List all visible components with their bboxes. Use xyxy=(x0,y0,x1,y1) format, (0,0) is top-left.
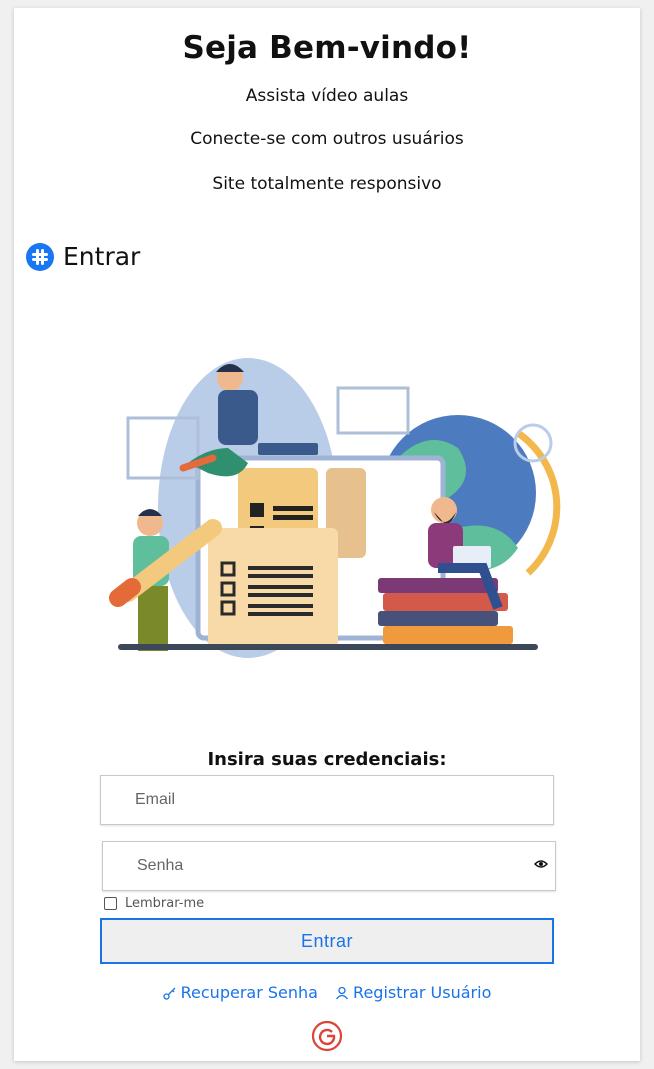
login-card: Seja Bem-vindo! Assista vídeo aulas Cone… xyxy=(14,8,640,1061)
feature-connect-users: Conecte-se com outros usuários xyxy=(190,129,464,149)
user-icon xyxy=(336,986,349,999)
education-illustration xyxy=(109,358,561,658)
remember-label: Lembrar-me xyxy=(125,896,205,911)
feature-responsive: Site totalmente responsivo xyxy=(212,174,442,194)
password-input[interactable]: Senha xyxy=(102,841,556,891)
email-input[interactable]: Email xyxy=(100,775,554,825)
register-user-link[interactable]: Registrar Usuário xyxy=(335,983,491,1002)
eye-icon[interactable] xyxy=(532,855,550,873)
slack-hash-icon xyxy=(26,242,54,271)
google-icon[interactable] xyxy=(311,1020,343,1052)
key-icon xyxy=(162,987,176,1000)
remember-me[interactable]: Lembrar-me xyxy=(104,896,204,911)
login-submit-button[interactable]: Entrar xyxy=(100,918,554,964)
feature-video-lessons: Assista vídeo aulas xyxy=(245,86,409,106)
login-header: Entrar xyxy=(26,242,140,271)
register-user-label: Registrar Usuário xyxy=(353,983,492,1002)
auth-links: Recuperar Senha Registrar Usuário xyxy=(14,983,640,1004)
welcome-title: Seja Bem-vindo! xyxy=(182,30,472,66)
credentials-heading: Insira suas credenciais: xyxy=(207,749,447,770)
remember-checkbox[interactable] xyxy=(104,897,117,910)
recover-password-label: Recuperar Senha xyxy=(180,983,318,1002)
login-header-title: Entrar xyxy=(63,242,141,271)
recover-password-link[interactable]: Recuperar Senha xyxy=(162,983,318,1002)
